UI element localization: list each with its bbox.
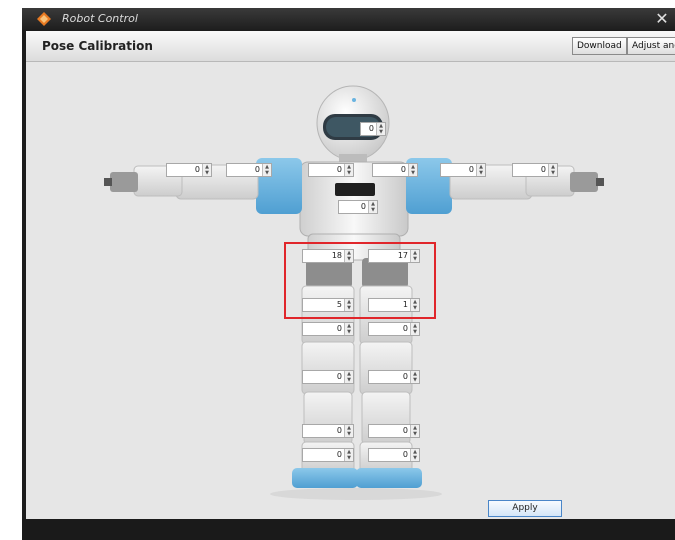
joint-value: 0 bbox=[336, 450, 342, 459]
joint-value: 0 bbox=[336, 426, 342, 435]
joint-value: 0 bbox=[468, 165, 474, 174]
title-bar: Robot Control ✕ bbox=[22, 8, 675, 30]
arrow-down-icon[interactable]: ▼ bbox=[203, 170, 211, 176]
bottom-bar bbox=[22, 519, 675, 540]
joint-spinner-right-elbow[interactable]: 0 ▲ ▼ bbox=[440, 163, 486, 177]
joint-spinner-left-foot[interactable]: 0 ▲ ▼ bbox=[302, 448, 354, 462]
download-button[interactable]: Download bbox=[572, 37, 627, 55]
joint-value: 0 bbox=[402, 450, 408, 459]
arrow-down-icon[interactable]: ▼ bbox=[411, 329, 419, 335]
page-title: Pose Calibration bbox=[42, 39, 153, 53]
spinner-arrows: ▲ ▼ bbox=[410, 449, 419, 461]
joint-value: 0 bbox=[402, 324, 408, 333]
joint-spinner-right-knee[interactable]: 0 ▲ ▼ bbox=[368, 370, 420, 384]
joint-value: 0 bbox=[540, 165, 546, 174]
arrow-down-icon[interactable]: ▼ bbox=[345, 455, 353, 461]
joint-value: 0 bbox=[336, 165, 342, 174]
joint-spinner-chest[interactable]: 0 ▲ ▼ bbox=[338, 200, 378, 214]
arrow-down-icon[interactable]: ▼ bbox=[409, 170, 417, 176]
robot-control-window: Robot Control ✕ Pose Calibration Downloa… bbox=[22, 8, 675, 540]
joint-spinner-left-shoulder[interactable]: 0 ▲ ▼ bbox=[308, 163, 354, 177]
joint-spinner-right-upper-knee[interactable]: 0 ▲ ▼ bbox=[368, 322, 420, 336]
spinner-arrows: ▲ ▼ bbox=[410, 323, 419, 335]
joint-value: 0 bbox=[336, 324, 342, 333]
joint-spinner-right-ankle[interactable]: 0 ▲ ▼ bbox=[368, 424, 420, 438]
spinner-arrows: ▲ ▼ bbox=[548, 164, 557, 176]
close-icon[interactable]: ✕ bbox=[652, 9, 672, 28]
window-title: Robot Control bbox=[62, 12, 138, 25]
spinner-arrows: ▲ ▼ bbox=[344, 323, 353, 335]
joint-value: 0 bbox=[336, 372, 342, 381]
arrow-down-icon[interactable]: ▼ bbox=[345, 377, 353, 383]
arrow-down-icon[interactable]: ▼ bbox=[411, 377, 419, 383]
apply-button[interactable]: Apply bbox=[488, 500, 562, 517]
spinner-arrows: ▲ ▼ bbox=[202, 164, 211, 176]
spinner-arrows: ▲ ▼ bbox=[344, 425, 353, 437]
spinner-arrows: ▲ ▼ bbox=[410, 425, 419, 437]
joint-value: 0 bbox=[402, 372, 408, 381]
arrow-down-icon[interactable]: ▼ bbox=[377, 129, 385, 135]
joint-spinner-head[interactable]: 0 ▲ ▼ bbox=[360, 122, 386, 136]
joint-value: 0 bbox=[402, 426, 408, 435]
robot-logo-icon bbox=[37, 12, 51, 26]
arrow-down-icon[interactable]: ▼ bbox=[411, 431, 419, 437]
arrow-down-icon[interactable]: ▼ bbox=[345, 170, 353, 176]
joint-value: 0 bbox=[368, 124, 374, 133]
joint-spinner-left-upper-knee[interactable]: 0 ▲ ▼ bbox=[302, 322, 354, 336]
joint-spinner-left-hand[interactable]: 0 ▲ ▼ bbox=[166, 163, 212, 177]
joint-spinner-right-hand[interactable]: 0 ▲ ▼ bbox=[512, 163, 558, 177]
spinner-arrows: ▲ ▼ bbox=[408, 164, 417, 176]
spinner-arrows: ▲ ▼ bbox=[344, 449, 353, 461]
arrow-down-icon[interactable]: ▼ bbox=[549, 170, 557, 176]
arrow-down-icon[interactable]: ▼ bbox=[345, 329, 353, 335]
robot-view: 0 ▲ ▼ 0 ▲ ▼ 0 ▲ ▼ 0 ▲ ▼ 0 ▲ ▼ 0 ▲ ▼ 0 ▲ ▼ 0 ▲ ▼ 18 ▲ ▼ 17 ▲… bbox=[26, 62, 675, 519]
spinner-arrows: ▲ ▼ bbox=[344, 371, 353, 383]
joint-value: 0 bbox=[194, 165, 200, 174]
spinner-arrows: ▲ ▼ bbox=[410, 371, 419, 383]
joint-spinner-left-elbow[interactable]: 0 ▲ ▼ bbox=[226, 163, 272, 177]
adjust-angle-button[interactable]: Adjust angle bbox=[627, 37, 675, 55]
spinner-arrows: ▲ ▼ bbox=[476, 164, 485, 176]
joint-spinner-right-foot[interactable]: 0 ▲ ▼ bbox=[368, 448, 420, 462]
arrow-down-icon[interactable]: ▼ bbox=[477, 170, 485, 176]
arrow-down-icon[interactable]: ▼ bbox=[345, 431, 353, 437]
spinner-arrows: ▲ ▼ bbox=[262, 164, 271, 176]
joint-spinner-left-knee[interactable]: 0 ▲ ▼ bbox=[302, 370, 354, 384]
joint-value: 0 bbox=[254, 165, 260, 174]
spinner-arrows: ▲ ▼ bbox=[368, 201, 377, 213]
joint-value: 0 bbox=[360, 202, 366, 211]
pose-calibration-header: Pose Calibration Download Adjust angle bbox=[26, 31, 675, 62]
joint-spinner-right-shoulder[interactable]: 0 ▲ ▼ bbox=[372, 163, 418, 177]
spinner-arrows: ▲ ▼ bbox=[376, 123, 385, 135]
hip-highlight-box bbox=[284, 242, 436, 319]
arrow-down-icon[interactable]: ▼ bbox=[263, 170, 271, 176]
joint-spinner-left-ankle[interactable]: 0 ▲ ▼ bbox=[302, 424, 354, 438]
spinner-arrows: ▲ ▼ bbox=[344, 164, 353, 176]
arrow-down-icon[interactable]: ▼ bbox=[369, 207, 377, 213]
arrow-down-icon[interactable]: ▼ bbox=[411, 455, 419, 461]
joint-value: 0 bbox=[400, 165, 406, 174]
